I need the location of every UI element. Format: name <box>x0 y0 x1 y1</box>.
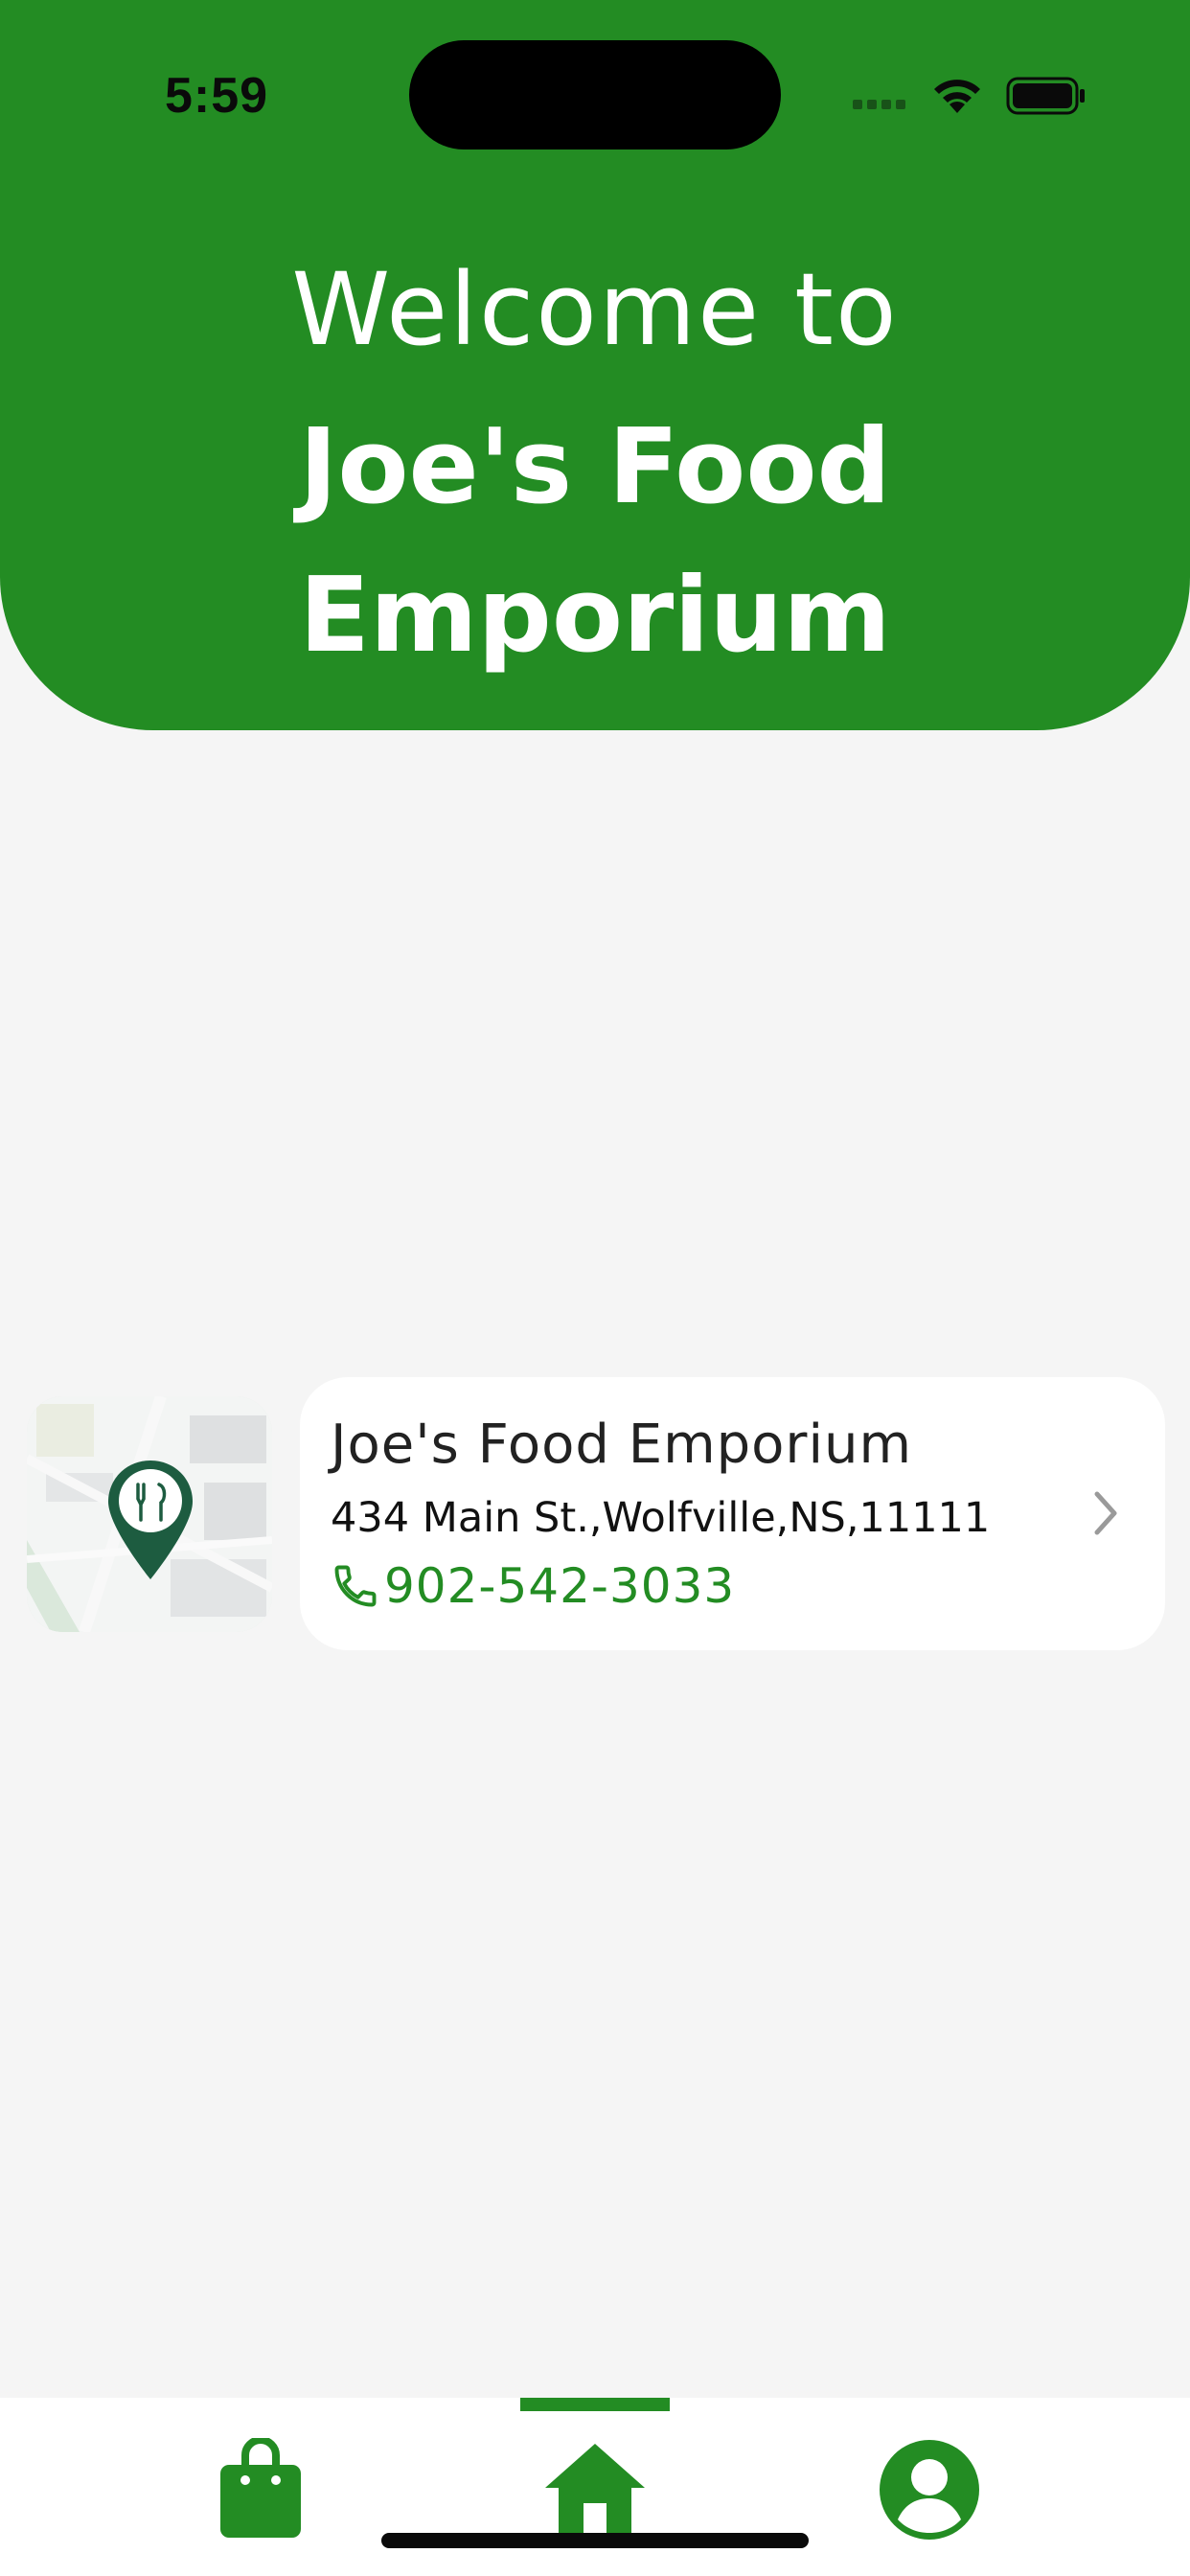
dynamic-island <box>409 40 781 150</box>
shopping-bag-icon[interactable] <box>218 2438 303 2540</box>
restaurant-phone[interactable]: 902-542-3033 <box>331 1557 735 1615</box>
welcome-text: Welcome to <box>291 251 899 368</box>
active-tab-indicator <box>520 2398 670 2411</box>
wifi-icon <box>934 80 980 113</box>
phone-number[interactable]: 902-542-3033 <box>384 1558 735 1614</box>
status-time: 5:59 <box>165 68 269 124</box>
home-icon[interactable] <box>543 2442 647 2536</box>
battery-icon <box>1006 77 1085 115</box>
home-indicator <box>381 2533 809 2548</box>
chevron-right-icon[interactable] <box>1087 1484 1126 1542</box>
welcome-header: 5:59 Welcome to Joe's Food Emporium <box>0 0 1190 730</box>
restaurant-card[interactable]: Joe's Food Emporium 434 Main St.,Wolfvil… <box>300 1377 1165 1650</box>
phone-icon <box>334 1565 377 1607</box>
bottom-nav <box>0 2398 1190 2576</box>
status-icons <box>853 69 1087 123</box>
account-icon[interactable] <box>879 2439 980 2541</box>
restaurant-pin-icon <box>108 1460 193 1579</box>
brand-title: Joe's Food Emporium <box>299 407 891 676</box>
cellular-signal-icon <box>853 100 905 109</box>
restaurant-address: 434 Main St.,Wolfville,NS,11111 <box>331 1494 991 1542</box>
restaurant-name: Joe's Food Emporium <box>331 1414 913 1476</box>
